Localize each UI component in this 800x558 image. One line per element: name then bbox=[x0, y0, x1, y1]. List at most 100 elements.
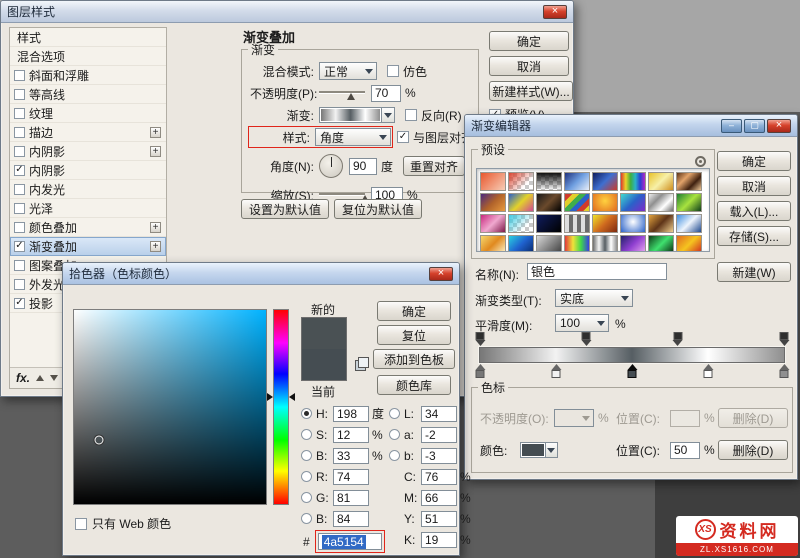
effect-checkbox[interactable] bbox=[14, 202, 25, 214]
color-field[interactable] bbox=[73, 309, 267, 505]
gradient-preset-swatch[interactable] bbox=[648, 235, 674, 251]
value-input[interactable]: 198 bbox=[333, 405, 369, 422]
reverse-checkbox[interactable] bbox=[405, 109, 417, 121]
value-input[interactable]: 51 bbox=[421, 510, 457, 527]
gradient-preset-swatch[interactable] bbox=[564, 193, 590, 212]
ok-button[interactable]: 确定 bbox=[377, 301, 451, 321]
style-list-item[interactable]: 渐变叠加 + bbox=[10, 237, 166, 256]
value-input[interactable]: 34 bbox=[421, 405, 457, 422]
gradient-preset-swatch[interactable] bbox=[508, 193, 534, 212]
gradient-preset-swatch[interactable] bbox=[620, 193, 646, 212]
effect-checkbox[interactable] bbox=[14, 69, 25, 81]
style-list-item[interactable]: 描边 + bbox=[10, 123, 166, 142]
value-input[interactable]: -3 bbox=[421, 447, 457, 464]
color-mode-radio[interactable] bbox=[301, 513, 312, 524]
gradient-preset-swatch[interactable] bbox=[648, 214, 674, 233]
color-stop[interactable] bbox=[779, 364, 790, 378]
effect-checkbox[interactable] bbox=[14, 88, 25, 100]
opacity-stop[interactable] bbox=[672, 332, 683, 346]
gradient-preset-swatch[interactable] bbox=[676, 172, 702, 191]
gradient-preset-swatch[interactable] bbox=[592, 172, 618, 191]
ok-button[interactable]: 确定 bbox=[717, 151, 791, 171]
color-mode-radio[interactable] bbox=[389, 408, 400, 419]
angle-input[interactable]: 90 bbox=[349, 157, 377, 175]
value-input[interactable]: 81 bbox=[333, 489, 369, 506]
gradient-preset-swatch[interactable] bbox=[480, 172, 506, 191]
gradient-picker[interactable] bbox=[319, 107, 395, 123]
effect-checkbox[interactable] bbox=[14, 240, 25, 252]
gradient-preset-swatch[interactable] bbox=[564, 172, 590, 191]
color-mode-radio[interactable] bbox=[389, 429, 400, 440]
opacity-input[interactable]: 70 bbox=[371, 84, 401, 102]
gear-icon[interactable] bbox=[695, 156, 706, 167]
dither-checkbox[interactable] bbox=[387, 65, 399, 77]
gradient-preset-swatch[interactable] bbox=[564, 214, 590, 233]
gradient-preset-swatch[interactable] bbox=[480, 193, 506, 212]
gradient-preset-swatch[interactable] bbox=[648, 172, 674, 191]
effect-checkbox[interactable] bbox=[14, 297, 25, 309]
gradient-preset-swatch[interactable] bbox=[536, 235, 562, 251]
gradient-type-select[interactable]: 实底 bbox=[555, 289, 633, 307]
gradient-name-input[interactable]: 银色 bbox=[527, 263, 667, 280]
gradient-preset-swatch[interactable] bbox=[508, 235, 534, 251]
color-mode-radio[interactable] bbox=[389, 450, 400, 461]
gradient-preset-swatch[interactable] bbox=[536, 214, 562, 233]
effect-checkbox[interactable] bbox=[14, 145, 25, 157]
close-icon[interactable]: × bbox=[767, 118, 791, 133]
hue-slider[interactable] bbox=[267, 309, 295, 505]
duplicate-effect-icon[interactable]: + bbox=[150, 240, 161, 252]
gradient-preview[interactable] bbox=[321, 109, 380, 121]
gradient-preset-swatch[interactable] bbox=[508, 172, 534, 191]
opacity-stop[interactable] bbox=[475, 332, 486, 346]
effect-checkbox[interactable] bbox=[14, 221, 25, 233]
align-with-layer-checkbox[interactable] bbox=[397, 131, 409, 143]
value-input[interactable]: 33 bbox=[333, 447, 369, 464]
value-input[interactable]: 74 bbox=[333, 468, 369, 485]
reset-button[interactable]: 复位 bbox=[377, 325, 451, 345]
gradient-preset-swatch[interactable] bbox=[676, 235, 702, 251]
style-list-item[interactable]: 等高线 bbox=[10, 85, 166, 104]
style-list-item[interactable]: 内阴影 + bbox=[10, 142, 166, 161]
move-effect-up-icon[interactable] bbox=[36, 375, 45, 381]
opacity-stop[interactable] bbox=[581, 332, 592, 346]
save-button[interactable]: 存储(S)... bbox=[717, 226, 791, 246]
load-button[interactable]: 载入(L)... bbox=[717, 201, 791, 221]
delete-color-stop-button[interactable]: 删除(D) bbox=[718, 440, 788, 460]
new-style-button[interactable]: 新建样式(W)... bbox=[489, 81, 573, 101]
effect-checkbox[interactable] bbox=[14, 107, 25, 119]
value-input[interactable]: 66 bbox=[421, 489, 457, 506]
close-icon[interactable]: × bbox=[429, 266, 453, 281]
effect-checkbox[interactable] bbox=[14, 183, 25, 195]
stop-color-swatch[interactable] bbox=[522, 444, 544, 456]
current-color-swatch[interactable] bbox=[302, 349, 346, 380]
style-list-item[interactable]: 光泽 bbox=[10, 199, 166, 218]
gradient-preset-swatch[interactable] bbox=[648, 193, 674, 212]
duplicate-effect-icon[interactable]: + bbox=[150, 145, 161, 157]
gradient-preset-swatch[interactable] bbox=[480, 235, 506, 251]
style-list-item[interactable]: 样式 bbox=[10, 28, 166, 47]
gradient-bar[interactable] bbox=[475, 332, 789, 378]
reset-default-button[interactable]: 复位为默认值 bbox=[334, 199, 422, 219]
color-stop[interactable] bbox=[475, 364, 486, 378]
duplicate-effect-icon[interactable]: + bbox=[150, 126, 161, 138]
opacity-stop[interactable] bbox=[779, 332, 790, 346]
gradient-preset-swatch[interactable] bbox=[536, 172, 562, 191]
gradient-preset-swatch[interactable] bbox=[620, 235, 646, 251]
layer-style-titlebar[interactable]: 图层样式 × bbox=[1, 1, 573, 23]
angle-dial[interactable] bbox=[319, 154, 343, 178]
smoothness-input[interactable]: 100 bbox=[555, 314, 609, 332]
style-list-item[interactable]: 颜色叠加 + bbox=[10, 218, 166, 237]
effect-checkbox[interactable] bbox=[14, 164, 25, 176]
value-input[interactable]: -2 bbox=[421, 426, 457, 443]
gradient-preset-swatch[interactable] bbox=[676, 193, 702, 212]
make-default-button[interactable]: 设置为默认值 bbox=[241, 199, 329, 219]
gradient-preset-swatch[interactable] bbox=[592, 214, 618, 233]
style-select[interactable]: 角度 bbox=[315, 128, 391, 146]
stop-position-input[interactable]: 50 bbox=[670, 441, 700, 459]
web-colors-only-checkbox[interactable] bbox=[75, 517, 87, 530]
gradient-preset-swatch[interactable] bbox=[564, 235, 590, 251]
stop-color-picker[interactable] bbox=[520, 442, 558, 458]
style-list-item[interactable]: 内阴影 bbox=[10, 161, 166, 180]
style-list-item[interactable]: 斜面和浮雕 bbox=[10, 66, 166, 85]
gradient-preset-swatch[interactable] bbox=[620, 172, 646, 191]
